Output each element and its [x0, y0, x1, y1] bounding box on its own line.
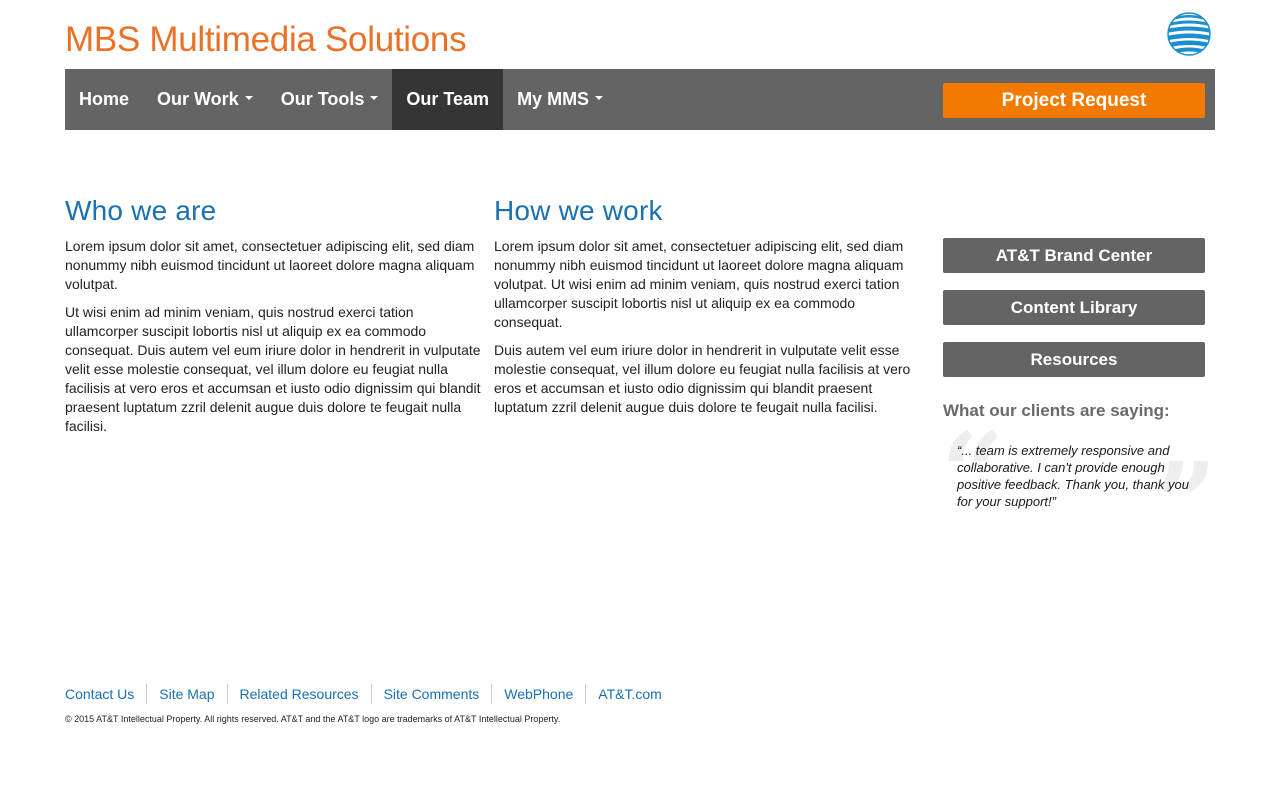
- how-we-work-paragraph: Duis autem vel eum iriure dolor in hendr…: [494, 342, 911, 415]
- testimonial-text: “... team is extremely responsive and co…: [957, 443, 1189, 509]
- sidebar: AT&T Brand Center Content Library Resour…: [941, 238, 1217, 558]
- footer-link-related-resources[interactable]: Related Resources: [226, 684, 371, 704]
- footer-link-site-comments[interactable]: Site Comments: [370, 684, 492, 704]
- how-we-work-section: How we work Lorem ipsum dolor sit amet, …: [494, 193, 916, 426]
- footer-links: Contact Us Site Map Related Resources Si…: [65, 684, 674, 704]
- copyright: © 2015 AT&T Intellectual Property. All r…: [65, 714, 561, 724]
- site-header: MBS Multimedia Solutions: [65, 12, 1215, 68]
- caret-down-icon: [595, 96, 604, 101]
- nav-item-our-tools[interactable]: Our Tools: [267, 69, 393, 130]
- nav-item-my-mms[interactable]: My MMS: [503, 69, 617, 130]
- how-we-work-heading: How we work: [494, 195, 663, 226]
- who-we-are-paragraph: Lorem ipsum dolor sit amet, consectetuer…: [65, 238, 475, 292]
- caret-down-icon: [370, 96, 379, 101]
- nav-item-our-team[interactable]: Our Team: [392, 69, 504, 130]
- who-we-are-section: Who we are Lorem ipsum dolor sit amet, c…: [65, 193, 487, 445]
- how-we-work-paragraph: Lorem ipsum dolor sit amet, consectetuer…: [494, 238, 904, 330]
- caret-down-icon: [244, 96, 253, 101]
- site-title[interactable]: MBS Multimedia Solutions: [65, 18, 1215, 62]
- nav-item-home[interactable]: Home: [65, 69, 143, 130]
- footer-link-att-com[interactable]: AT&T.com: [585, 684, 674, 704]
- resources-button[interactable]: Resources: [943, 342, 1205, 377]
- main-navbar: Home Our Work Our Tools Our Team My MMS …: [65, 69, 1215, 130]
- content-library-button[interactable]: Content Library: [943, 290, 1205, 325]
- nav-item-our-work[interactable]: Our Work: [143, 69, 267, 130]
- who-we-are-heading: Who we are: [65, 195, 217, 226]
- project-request-button[interactable]: Project Request: [943, 83, 1205, 118]
- brand-center-button[interactable]: AT&T Brand Center: [943, 238, 1205, 273]
- footer-link-contact-us[interactable]: Contact Us: [65, 684, 146, 704]
- testimonial: “ ” “... team is extremely responsive an…: [941, 418, 1217, 558]
- who-we-are-paragraph: Ut wisi enim ad minim veniam, quis nostr…: [65, 304, 481, 434]
- footer-link-site-map[interactable]: Site Map: [146, 684, 226, 704]
- footer-link-webphone[interactable]: WebPhone: [491, 684, 585, 704]
- att-globe-icon[interactable]: [1167, 12, 1211, 56]
